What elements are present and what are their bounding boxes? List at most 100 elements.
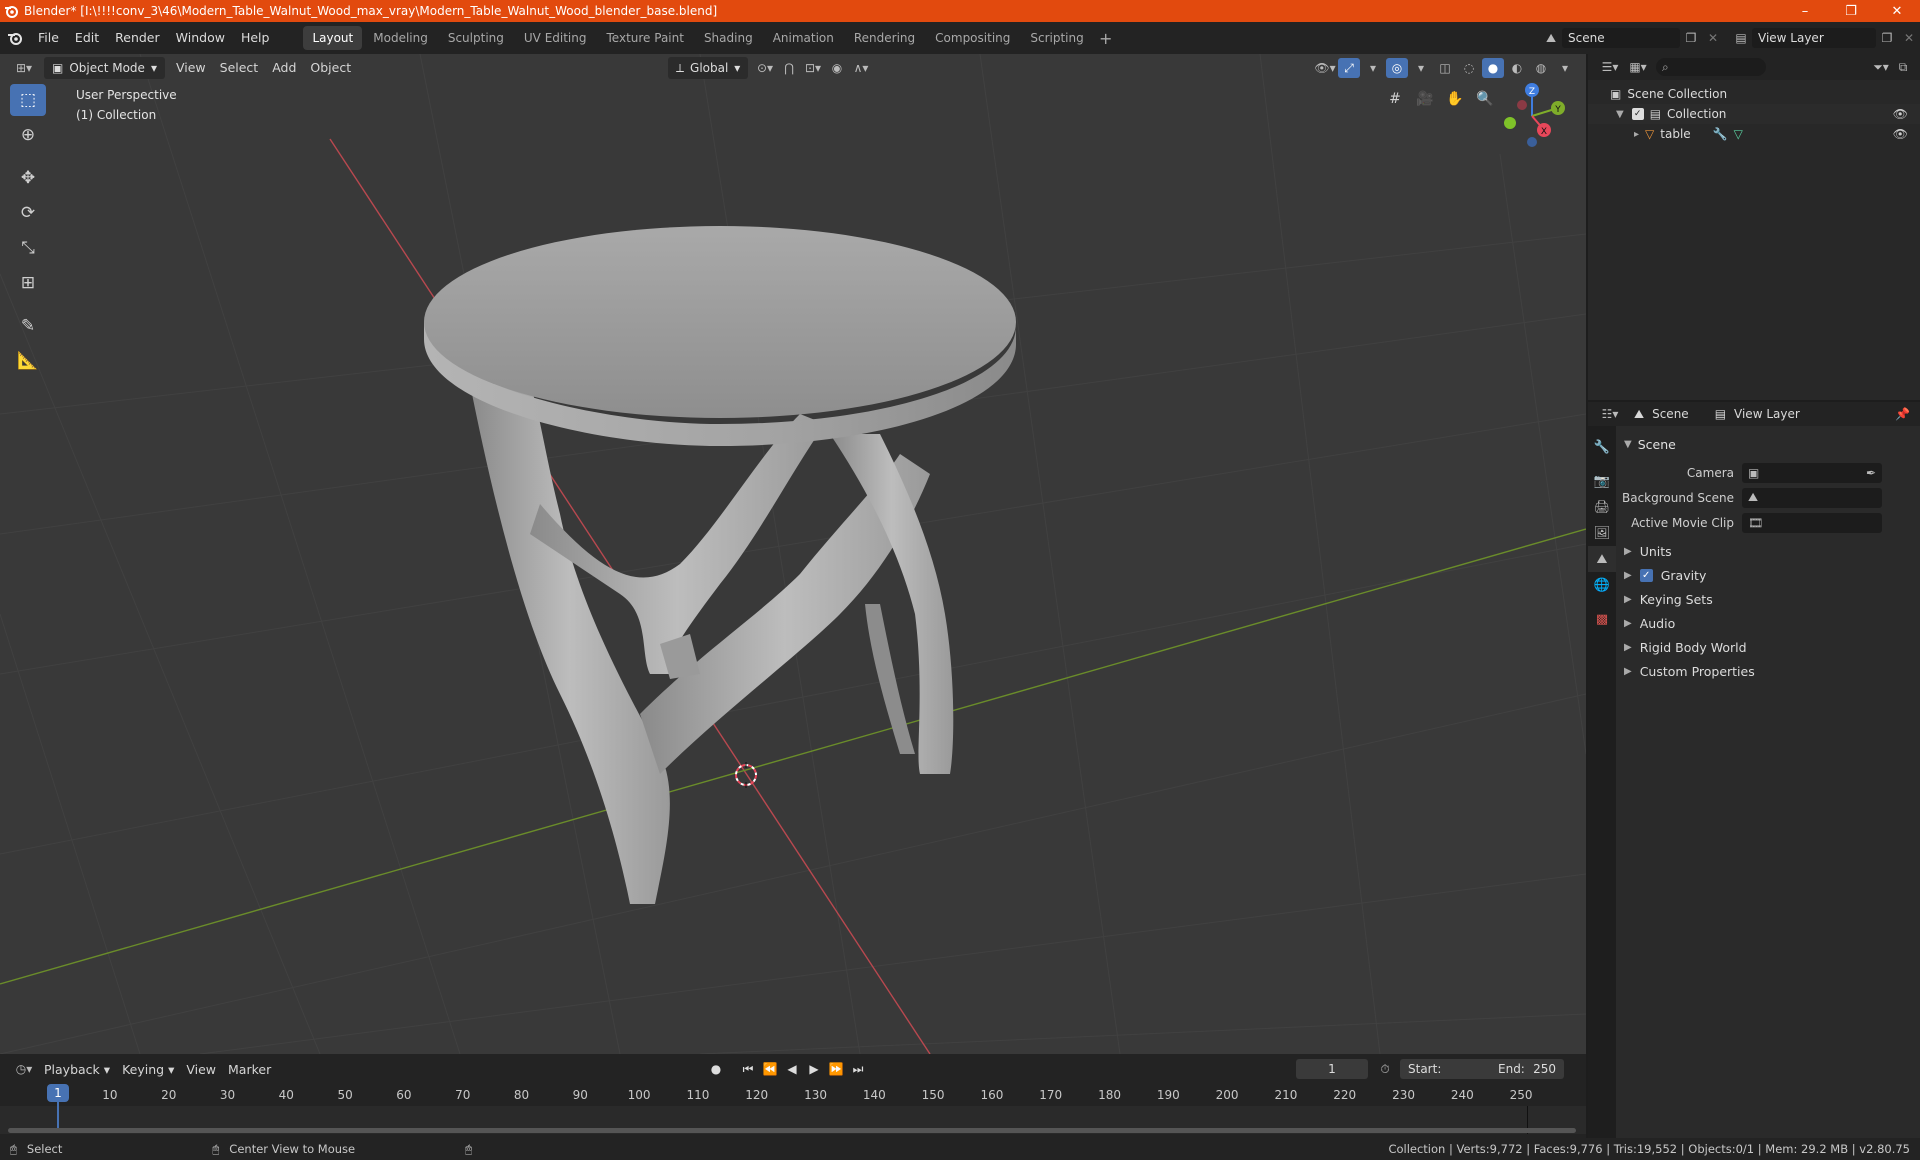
view-layer-tab-icon[interactable]: 🖼: [1588, 520, 1616, 546]
viewport-menu-object[interactable]: Object: [303, 57, 358, 79]
current-frame-indicator[interactable]: 1: [47, 1084, 69, 1102]
camera-view-icon[interactable]: 🎥: [1412, 86, 1438, 112]
timeline-menu-view[interactable]: View: [180, 1062, 222, 1077]
outliner-row-scene-collection[interactable]: ▣ Scene Collection: [1588, 84, 1920, 104]
delete-scene-icon[interactable]: ✕: [1702, 28, 1724, 48]
tab-rendering[interactable]: Rendering: [845, 26, 924, 50]
tab-shading[interactable]: Shading: [695, 26, 762, 50]
select-box-tool-icon[interactable]: ⬚: [10, 84, 46, 116]
snap-target-icon[interactable]: ⊡▾: [802, 58, 824, 78]
transform-tool-icon[interactable]: ⊞: [10, 267, 46, 299]
prev-keyframe-icon[interactable]: ⏪: [760, 1058, 780, 1080]
toggle-grid-view-icon[interactable]: #: [1382, 86, 1408, 112]
blender-menu-icon[interactable]: [0, 22, 30, 54]
gizmo-toggle-icon[interactable]: ⤢: [1338, 58, 1360, 78]
menu-window[interactable]: Window: [168, 26, 233, 50]
view-layer-browse-icon[interactable]: ▤: [1730, 28, 1752, 48]
menu-help[interactable]: Help: [233, 26, 278, 50]
background-scene-field[interactable]: ⛰: [1742, 487, 1882, 508]
overlay-toggle-icon[interactable]: ◎: [1386, 58, 1408, 78]
transform-orientation-dropdown[interactable]: ⟂ Global ▾: [668, 57, 749, 79]
jump-end-icon[interactable]: ⏭: [848, 1058, 868, 1080]
viewport-menu-view[interactable]: View: [169, 57, 213, 79]
timeline-scrollbar[interactable]: [8, 1128, 1576, 1133]
pan-view-icon[interactable]: ✋: [1442, 86, 1468, 112]
tab-sculpting[interactable]: Sculpting: [439, 26, 513, 50]
outliner-row-collection[interactable]: ▼ ✓ ▤ Collection 👁: [1588, 104, 1920, 124]
falloff-icon[interactable]: ∧▾: [850, 58, 872, 78]
tab-layout[interactable]: Layout: [303, 26, 363, 50]
xray-icon[interactable]: ◫: [1434, 58, 1456, 78]
axis-gizmo[interactable]: Z Y X: [1500, 78, 1570, 158]
gravity-panel[interactable]: ▶ ✓ Gravity: [1618, 563, 1920, 587]
timeline-track[interactable]: [0, 1102, 1586, 1134]
timeline-menu-keying[interactable]: Keying ▾: [116, 1062, 180, 1077]
timeline-menu-playback[interactable]: Playback ▾: [38, 1062, 116, 1077]
gizmo-dropdown-icon[interactable]: ▾: [1362, 58, 1384, 78]
new-collection-icon[interactable]: ⧉: [1892, 57, 1914, 77]
editor-type-icon[interactable]: ⊞▾: [10, 58, 38, 78]
material-shading-icon[interactable]: ◐: [1506, 58, 1528, 78]
record-icon[interactable]: ●: [706, 1058, 726, 1080]
properties-editor-type-icon[interactable]: ☷▾: [1596, 404, 1624, 424]
shading-options-icon[interactable]: ▾: [1554, 58, 1576, 78]
eye-icon[interactable]: 👁: [1893, 127, 1908, 141]
eyedropper-icon[interactable]: ✒: [1866, 466, 1876, 480]
scene-name-field[interactable]: Scene: [1562, 28, 1680, 48]
next-keyframe-icon[interactable]: ⏩: [826, 1058, 846, 1080]
timeline-ruler[interactable]: 10 20 30 40 50 60 70 80 90 100 110 120 130 140 150 160 1…: [0, 1084, 1586, 1106]
audio-panel[interactable]: ▶ Audio: [1618, 611, 1920, 635]
pivot-point-icon[interactable]: ⊙▾: [754, 58, 776, 78]
exclude-checkbox[interactable]: ✓: [1631, 108, 1644, 120]
collapse-arrow-icon[interactable]: ▼: [1616, 109, 1624, 120]
outliner[interactable]: ☰▾ ▦▾ ⌕ ⏷▾ ⧉ ▣ Scene Collection ▼ ✓ ▤ Co…: [1588, 54, 1920, 400]
overlay-dropdown-icon[interactable]: ▾: [1410, 58, 1432, 78]
minimize-button[interactable]: –: [1782, 0, 1828, 22]
jump-start-icon[interactable]: ⏮: [738, 1058, 758, 1080]
menu-edit[interactable]: Edit: [67, 26, 107, 50]
tab-compositing[interactable]: Compositing: [926, 26, 1019, 50]
gravity-checkbox[interactable]: ✓: [1639, 568, 1653, 582]
properties-editor[interactable]: ☷▾ ⛰ Scene ▤ View Layer 📌 🔧 📷 🖨 🖼 ⛰ 🌐 ▩ …: [1588, 400, 1920, 1138]
rigid-body-world-panel[interactable]: ▶ Rigid Body World: [1618, 635, 1920, 659]
scale-tool-icon[interactable]: ⤡: [10, 232, 46, 264]
rendered-shading-icon[interactable]: ◍: [1530, 58, 1552, 78]
visibility-icon[interactable]: 👁▾: [1314, 58, 1336, 78]
close-button[interactable]: ✕: [1874, 0, 1920, 22]
mode-dropdown[interactable]: ▣ Object Mode ▾: [44, 57, 165, 79]
snap-icon[interactable]: ⋂: [778, 58, 800, 78]
outliner-row-table[interactable]: ▸ ▽ table 🔧 ▽ 👁: [1588, 124, 1920, 144]
menu-render[interactable]: Render: [107, 26, 168, 50]
scene-panel-header[interactable]: ▼ Scene: [1618, 432, 1920, 456]
view-layer-field[interactable]: View Layer: [1752, 28, 1876, 48]
render-tab-icon[interactable]: 📷: [1588, 468, 1616, 494]
rotate-tool-icon[interactable]: ⟳: [10, 197, 46, 229]
outliner-search-input[interactable]: ⌕: [1656, 58, 1766, 76]
filter-icon[interactable]: ⏷▾: [1870, 57, 1892, 77]
play-icon[interactable]: ▶: [804, 1058, 824, 1080]
active-movie-clip-field[interactable]: 🎞: [1742, 512, 1882, 533]
display-mode-icon[interactable]: ▦▾: [1624, 57, 1652, 77]
timeline-editor-type-icon[interactable]: ◷▾: [10, 1059, 38, 1079]
cursor-tool-icon[interactable]: ⊕: [10, 119, 46, 151]
tab-uv-editing[interactable]: UV Editing: [515, 26, 596, 50]
timeline-editor[interactable]: ◷▾ Playback ▾ Keying ▾ View Marker ● ⏮ ⏪ ◀…: [0, 1054, 1586, 1138]
annotate-tool-icon[interactable]: ✎: [10, 310, 46, 342]
play-reverse-icon[interactable]: ◀: [782, 1058, 802, 1080]
tab-animation[interactable]: Animation: [764, 26, 843, 50]
solid-shading-icon[interactable]: ●: [1482, 58, 1504, 78]
wireframe-shading-icon[interactable]: ◌: [1458, 58, 1480, 78]
current-frame-field[interactable]: 1: [1296, 1059, 1368, 1079]
units-panel[interactable]: ▶ Units: [1618, 539, 1920, 563]
tab-texture-paint[interactable]: Texture Paint: [598, 26, 693, 50]
3d-viewport[interactable]: ⊞▾ ▣ Object Mode ▾ View Select Add Objec…: [0, 54, 1586, 1054]
tool-tab-icon[interactable]: 🔧: [1588, 434, 1616, 460]
stopwatch-icon[interactable]: ⏱: [1374, 1059, 1396, 1079]
add-workspace-button[interactable]: +: [1095, 27, 1117, 49]
expand-arrow-icon[interactable]: ▸: [1634, 129, 1639, 140]
camera-field[interactable]: ▣ ✒: [1742, 462, 1882, 483]
output-tab-icon[interactable]: 🖨: [1588, 494, 1616, 520]
tab-scripting[interactable]: Scripting: [1021, 26, 1092, 50]
restore-button[interactable]: ❐: [1828, 0, 1874, 22]
pin-icon[interactable]: 📌: [1895, 407, 1910, 421]
